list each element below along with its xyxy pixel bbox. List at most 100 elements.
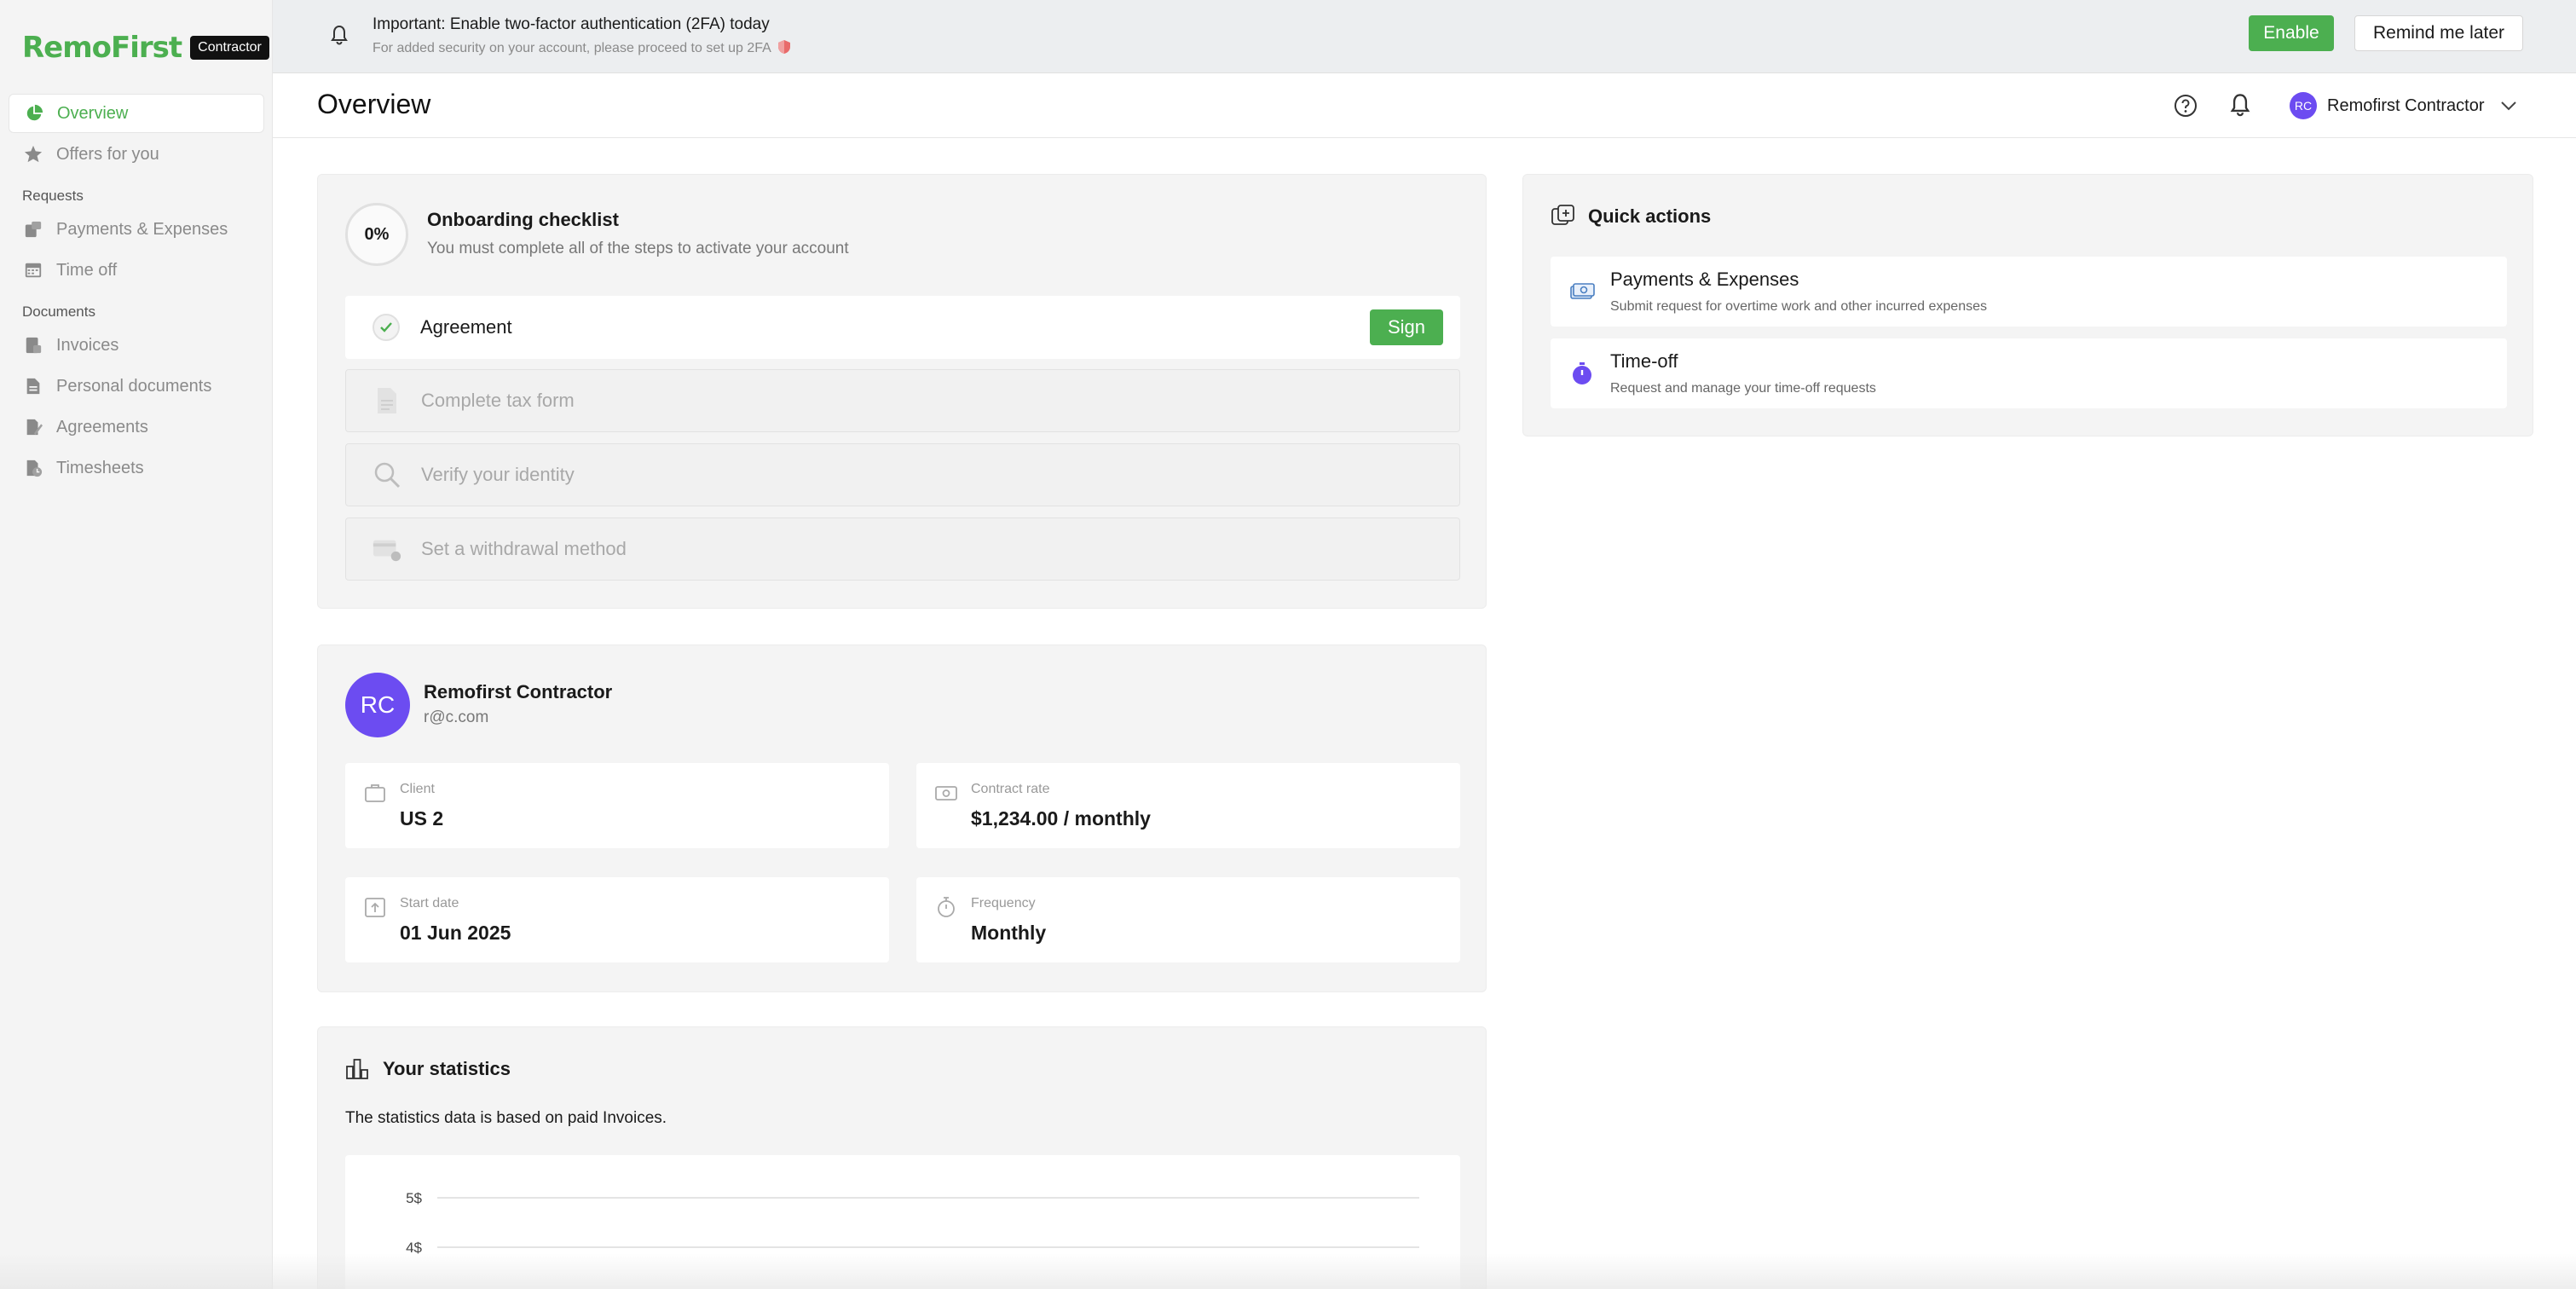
quick-actions-title: Quick actions: [1588, 205, 1712, 227]
stopwatch-icon: [938, 897, 955, 917]
logo[interactable]: RemoFirst Contractor: [22, 31, 269, 65]
sidebar: RemoFirst Contractor Overview Offers for…: [0, 0, 273, 1289]
enable-2fa-button[interactable]: Enable: [2249, 15, 2334, 51]
page-title: Overview: [317, 89, 431, 119]
sidebar-item-offers[interactable]: Offers for you: [9, 135, 264, 174]
sidebar-item-agreements[interactable]: Agreements: [9, 408, 264, 447]
sidebar-item-label: Invoices: [56, 335, 119, 355]
calendar-upload-icon: [365, 898, 385, 917]
step-verify-identity: Verify your identity: [345, 443, 1460, 506]
sidebar-nav: Overview Offers for you Requests Payment…: [9, 94, 264, 489]
y-tick-label: 4$: [406, 1240, 422, 1256]
quick-action-payments[interactable]: Payments & Expenses Submit request for o…: [1551, 257, 2507, 327]
chart-svg: 5$ 4$: [406, 1190, 1419, 1256]
sign-button[interactable]: Sign: [1370, 309, 1443, 345]
start-date-info: Start date 01 Jun 2025: [345, 877, 889, 962]
progress-ring: 0%: [345, 203, 408, 266]
sidebar-item-label: Offers for you: [56, 144, 159, 164]
y-tick-label: 5$: [406, 1190, 422, 1206]
user-menu[interactable]: RC Remofirst Contractor: [2290, 90, 2517, 121]
sidebar-section-documents: Documents: [22, 303, 95, 320]
step-label: Verify your identity: [421, 464, 575, 485]
cash-icon: [1570, 283, 1595, 299]
start-date-value: 01 Jun 2025: [400, 922, 511, 944]
check-circle-icon: [371, 312, 401, 343]
frequency-label: Frequency: [971, 896, 1036, 910]
quick-action-time-off[interactable]: Time-off Request and manage your time-of…: [1551, 338, 2507, 408]
search-icon: [372, 460, 402, 490]
sidebar-item-label: Timesheets: [56, 458, 144, 477]
start-date-label: Start date: [400, 896, 459, 910]
statistics-subtitle: The statistics data is based on paid Inv…: [345, 1109, 667, 1127]
document-icon: [26, 378, 40, 395]
quick-action-subtitle: Submit request for overtime work and oth…: [1610, 299, 1987, 314]
avatar: RC: [345, 673, 410, 737]
sidebar-item-label: Personal documents: [56, 376, 212, 396]
sidebar-item-label: Payments & Expenses: [56, 219, 228, 239]
step-label: Agreement: [420, 316, 512, 338]
add-square-icon: [1551, 205, 1574, 225]
pie-chart-icon: [26, 104, 43, 121]
timesheet-icon: [26, 460, 43, 477]
step-label: Complete tax form: [421, 390, 575, 411]
sidebar-item-payments[interactable]: Payments & Expenses: [9, 210, 264, 249]
frequency-value: Monthly: [971, 922, 1047, 944]
sidebar-item-label: Time off: [56, 260, 118, 280]
two-factor-banner: Important: Enable two-factor authenticat…: [273, 0, 2576, 73]
frequency-info: Frequency Monthly: [916, 877, 1460, 962]
shield-icon: [778, 40, 791, 54]
signature-icon: [26, 419, 43, 436]
bell-icon: [331, 25, 348, 45]
client-label: Client: [400, 782, 435, 796]
stopwatch-icon: [1573, 362, 1591, 384]
onboarding-title: Onboarding checklist: [427, 209, 619, 230]
step-label: Set a withdrawal method: [421, 538, 627, 559]
profile-name: Remofirst Contractor: [424, 681, 613, 702]
remind-later-button[interactable]: Remind me later: [2354, 15, 2523, 51]
step-agreement[interactable]: Agreement Sign: [345, 296, 1460, 359]
sidebar-item-invoices[interactable]: Invoices: [9, 326, 264, 365]
sidebar-item-personal-documents[interactable]: Personal documents: [9, 367, 264, 406]
statistics-chart: 5$ 4$: [345, 1155, 1460, 1289]
client-value: US 2: [400, 807, 444, 829]
chevron-down-icon: [2500, 101, 2516, 111]
notifications-icon[interactable]: [2228, 92, 2252, 118]
user-name: Remofirst Contractor: [2327, 95, 2485, 115]
onboarding-subtitle: You must complete all of the steps to ac…: [427, 240, 849, 257]
sidebar-item-timesheets[interactable]: Timesheets: [9, 448, 264, 488]
quick-action-title: Time-off: [1610, 350, 1678, 372]
avatar: RC: [2290, 92, 2317, 119]
calendar-icon: [25, 263, 42, 278]
contractor-badge: Contractor: [190, 36, 269, 60]
quick-action-title: Payments & Expenses: [1610, 269, 1799, 290]
logo-text: RemoFirst: [22, 31, 182, 65]
contract-rate-info: Contract rate $1,234.00 / monthly: [916, 763, 1460, 848]
statistics-title: Your statistics: [383, 1058, 511, 1079]
page-header: Overview RC Remofirst Contractor: [273, 73, 2576, 138]
briefcase-icon: [365, 784, 385, 802]
tax-form-icon: [372, 385, 402, 416]
help-icon[interactable]: [2174, 94, 2198, 118]
rate-label: Contract rate: [971, 782, 1050, 796]
statistics-card: Your statistics The statistics data is b…: [317, 1026, 1487, 1289]
banner-subtitle: For added security on your account, plea…: [373, 39, 791, 56]
invoice-icon: [26, 337, 42, 354]
cash-icon: [25, 221, 42, 238]
sidebar-item-label: Agreements: [56, 417, 148, 436]
client-info: Client US 2: [345, 763, 889, 848]
sidebar-section-requests: Requests: [22, 188, 84, 204]
quick-actions: Quick actions Payments & Expenses Submit…: [1522, 174, 2533, 436]
money-icon: [935, 786, 957, 801]
star-badge-icon: [24, 145, 43, 163]
wallet-icon: [372, 534, 402, 564]
quick-action-subtitle: Request and manage your time-off request…: [1610, 381, 1876, 396]
contractor-profile: RC Remofirst Contractor r@c.com Client U…: [317, 644, 1487, 992]
banner-subtitle-text: For added security on your account, plea…: [373, 41, 771, 55]
sidebar-item-overview[interactable]: Overview: [9, 94, 264, 133]
rate-value: $1,234.00 / monthly: [971, 807, 1151, 829]
sidebar-item-time-off[interactable]: Time off: [9, 251, 264, 290]
onboarding-checklist: 0% Onboarding checklist You must complet…: [317, 174, 1487, 609]
banner-title: Important: Enable two-factor authenticat…: [373, 15, 770, 33]
step-tax-form: Complete tax form: [345, 369, 1460, 432]
sidebar-item-label: Overview: [57, 103, 129, 123]
